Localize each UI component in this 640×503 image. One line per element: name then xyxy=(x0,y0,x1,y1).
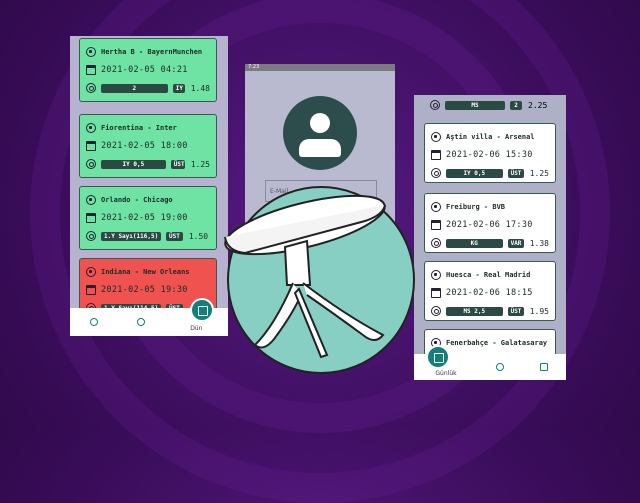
calendar-icon xyxy=(86,285,96,295)
calendar-icon xyxy=(431,150,441,160)
pick-type-badge: ÜST xyxy=(507,168,524,178)
match-title: Huesca - Real Madrid xyxy=(446,271,531,279)
target-icon xyxy=(86,159,96,169)
prediction-card[interactable]: Orlando - Chicago 2021-02-05 19:00 1.Y S… xyxy=(79,186,217,250)
match-date: 2021-02-05 04:21 xyxy=(101,65,188,75)
pick-badge: 2 xyxy=(101,83,168,93)
pick-badge: IY 0,5 xyxy=(101,159,166,169)
odd-value: 1.25 xyxy=(190,159,210,169)
match-title: Freiburg - BVB xyxy=(446,203,506,211)
stool-illustration xyxy=(224,194,386,359)
match-date: 2021-02-06 17:30 xyxy=(446,220,533,230)
match-title: Aştin villa - Arsenal xyxy=(446,133,535,141)
match-date: 2021-02-06 18:15 xyxy=(446,288,533,298)
match-title: Orlando - Chicago xyxy=(101,196,173,204)
odd-value: 1.95 xyxy=(529,306,549,316)
match-title: Hertha B - BayernMunchen xyxy=(101,48,203,56)
match-title: Fenerbahçe - Galatasaray xyxy=(446,339,548,347)
pick-type-badge: ÜST xyxy=(166,231,183,241)
odd-value: 1.38 xyxy=(529,238,549,248)
left-phone-screen: Hertha B - BayernMunchen 2021-02-05 04:2… xyxy=(70,36,228,336)
target-icon xyxy=(86,83,96,93)
match-title: Indiana - New Orleans xyxy=(101,268,190,276)
prediction-card[interactable]: Hertha B - BayernMunchen 2021-02-05 04:2… xyxy=(79,38,217,102)
user-nav-icon[interactable] xyxy=(136,318,145,326)
user-avatar-icon xyxy=(283,96,357,170)
pick-badge: MS 2,5 xyxy=(446,306,503,316)
calendar-icon xyxy=(86,213,96,223)
pick-badge: 1.Y Sayı(116,5) xyxy=(101,231,161,241)
target-icon xyxy=(86,231,96,241)
pick-type-badge: VAR xyxy=(507,238,524,248)
target-icon xyxy=(431,306,441,316)
prediction-card[interactable]: Freiburg - BVB 2021-02-06 17:30 KG VAR 1.3… xyxy=(424,193,556,253)
football-icon xyxy=(86,123,96,133)
odd-value: 2.25 xyxy=(528,100,548,110)
pick-badge: MS xyxy=(445,100,505,110)
target-icon xyxy=(430,100,440,110)
calendar-icon xyxy=(431,220,441,230)
football-icon xyxy=(86,47,96,57)
pick-type-badge: 2 xyxy=(510,100,522,110)
match-date: 2021-02-05 19:30 xyxy=(101,285,188,295)
calendar-icon xyxy=(431,288,441,298)
odd-value: 1.25 xyxy=(529,168,549,178)
calendar-fab-button[interactable] xyxy=(190,298,214,322)
football-nav-icon[interactable] xyxy=(89,318,98,326)
pick-type-badge: ÜST xyxy=(507,306,524,316)
target-icon xyxy=(431,168,441,178)
calendar-nav-icon[interactable] xyxy=(540,363,548,371)
pick-badge: IY 0,5 xyxy=(446,168,503,178)
odd-value: 1.48 xyxy=(190,83,210,93)
partial-card-row: MS 2 2.25 xyxy=(430,96,547,114)
target-icon xyxy=(431,238,441,248)
football-fab-button[interactable] xyxy=(426,345,450,369)
status-bar: 7:23 xyxy=(245,64,395,71)
football-icon xyxy=(431,132,441,142)
status-time: 7:23 xyxy=(248,64,260,70)
match-date: 2021-02-05 18:00 xyxy=(101,141,188,151)
match-title: Fiorentina - Inter xyxy=(101,124,177,132)
football-icon xyxy=(431,202,441,212)
pick-type-badge: ÜST xyxy=(170,159,185,169)
user-nav-icon[interactable] xyxy=(496,363,504,371)
right-phone-screen: MS 2 2.25 Aştin villa - Arsenal 2021-02-… xyxy=(414,95,566,380)
basketball-icon xyxy=(86,267,96,277)
prediction-card[interactable]: Huesca - Real Madrid 2021-02-06 18:15 MS… xyxy=(424,261,556,321)
pick-type-badge: IY xyxy=(172,83,185,93)
match-date: 2021-02-05 19:00 xyxy=(101,213,188,223)
basketball-icon xyxy=(86,195,96,205)
pick-badge: KG xyxy=(446,238,503,248)
calendar-icon xyxy=(86,65,96,75)
match-date: 2021-02-06 15:30 xyxy=(446,150,533,160)
prediction-card[interactable]: Fiorentina - Inter 2021-02-05 18:00 IY 0… xyxy=(79,114,217,178)
football-icon xyxy=(431,270,441,280)
odd-value: 1.50 xyxy=(188,231,209,241)
prediction-card[interactable]: Aştin villa - Arsenal 2021-02-06 15:30 I… xyxy=(424,123,556,183)
calendar-icon xyxy=(86,141,96,151)
